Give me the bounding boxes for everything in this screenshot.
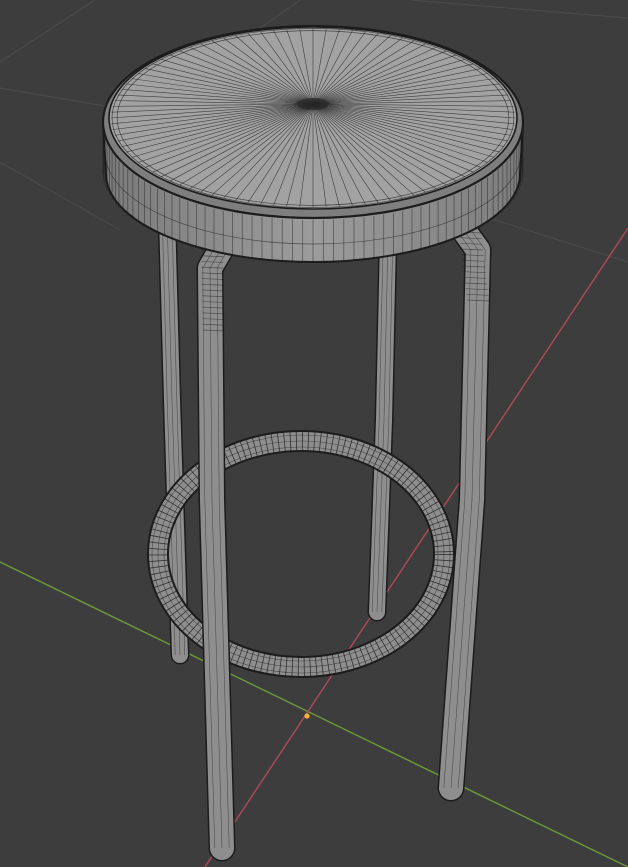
x-axis-line [204, 227, 628, 867]
grid-line [0, 0, 96, 63]
viewport-scene[interactable] [0, 0, 628, 867]
grid-line [0, 161, 121, 231]
front-left-leg[interactable] [196, 230, 238, 862]
3d-viewport[interactable] [0, 0, 628, 867]
front-right-leg[interactable] [437, 208, 492, 802]
seat[interactable] [101, 24, 525, 263]
footrest-ring[interactable] [147, 430, 455, 678]
grid-line [409, 0, 628, 19]
grid-line [469, 211, 628, 263]
seat-center-pole [297, 98, 329, 110]
y-axis-line [0, 561, 628, 867]
world-origin-point[interactable] [304, 713, 310, 719]
back-right-leg[interactable] [367, 230, 398, 622]
